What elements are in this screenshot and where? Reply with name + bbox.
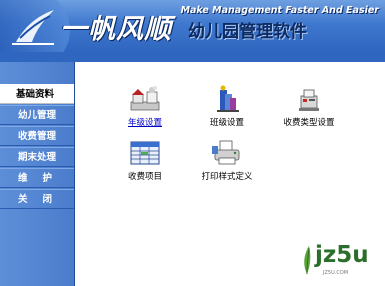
class-settings-icon: [217, 85, 239, 112]
sidebar-item-child-management[interactable]: 幼儿管理: [0, 105, 74, 125]
sidebar-item-term-end[interactable]: 期末处理: [0, 147, 74, 167]
app-window: 一帆风顺 幼儿园管理软件 Make Management Faster And …: [0, 0, 385, 286]
brand-title: 一帆风顺: [60, 14, 172, 45]
tile-label: 班级设置: [209, 118, 244, 128]
sidebar-item-fee-management[interactable]: 收费管理: [0, 126, 74, 146]
sidebar-item-basic-data[interactable]: 基础资料: [0, 84, 74, 104]
header-strip: [0, 52, 385, 62]
leaf-icon: [304, 246, 311, 275]
sail-logo-icon: [12, 10, 54, 45]
tile-grade-settings[interactable]: 年级设置: [105, 84, 185, 128]
grade-settings-icon: [130, 86, 160, 111]
header-slogan: Make Management Faster And Easier: [180, 5, 379, 16]
print-style-icon: [212, 140, 240, 165]
tile-fee-items[interactable]: 收费项目: [105, 138, 185, 182]
watermark-text: jz5u: [315, 242, 369, 268]
sidebar-item-close[interactable]: 关闭: [0, 189, 74, 209]
sidebar-item-maintenance[interactable]: 维护: [0, 168, 74, 188]
tile-print-style[interactable]: 打印样式定义: [187, 138, 267, 182]
tile-label: 收费类型设置: [283, 118, 335, 128]
tile-label: 收费项目: [127, 172, 162, 182]
tile-label[interactable]: 年级设置: [105, 116, 185, 128]
watermark-logo: jz5u JZ5U.COM: [299, 242, 377, 278]
app-header: 一帆风顺 幼儿园管理软件 Make Management Faster And …: [0, 0, 385, 52]
tile-class-settings[interactable]: 班级设置: [187, 84, 267, 128]
fee-items-icon: [130, 141, 160, 165]
sidebar-menu: 基础资料 幼儿管理 收费管理 期末处理 维护 关闭: [0, 62, 75, 286]
fee-type-settings-icon: [299, 89, 319, 111]
tile-label: 打印样式定义: [201, 172, 253, 182]
app-subtitle: 幼儿园管理软件: [188, 22, 307, 42]
watermark-subtext: JZ5U.COM: [323, 270, 349, 276]
tile-fee-type-settings[interactable]: 收费类型设置: [269, 84, 349, 128]
